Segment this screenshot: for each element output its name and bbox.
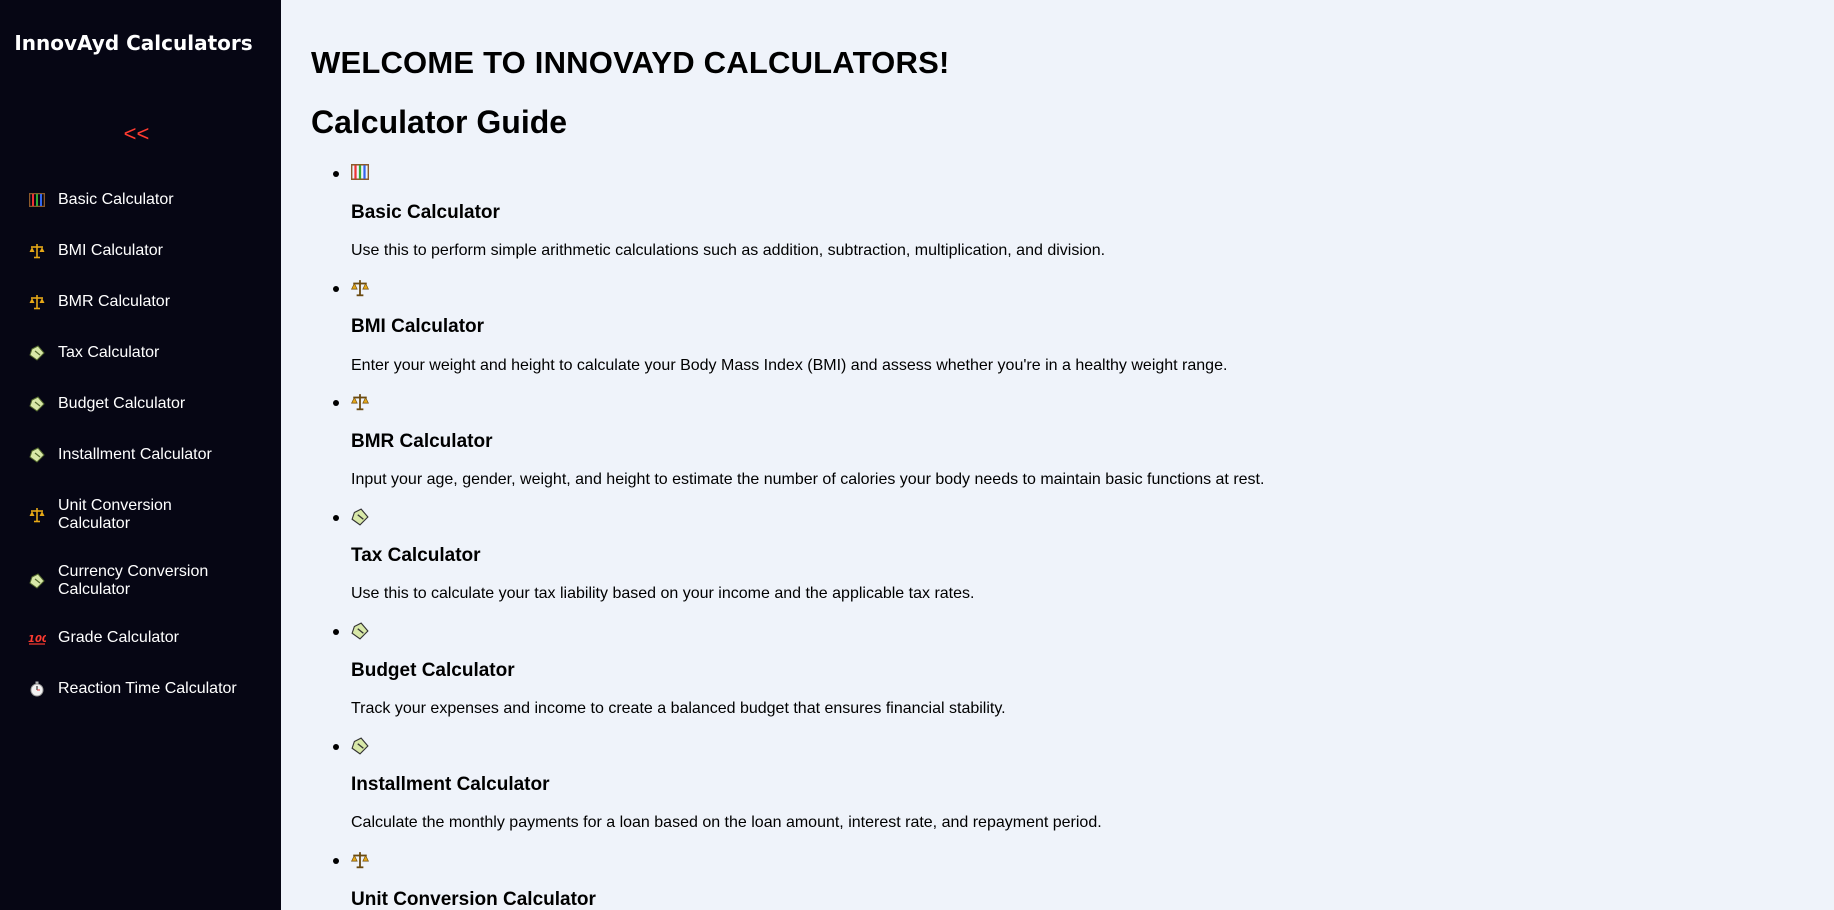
sidebar-item-unit-conversion-calculator[interactable]: Unit Conversion Calculator [28,494,203,536]
entry-description: Track your expenses and income to create… [351,700,1006,717]
entry-description: Calculate the monthly payments for a loa… [351,814,1102,831]
scales-icon [28,506,46,524]
collapse-sidebar-button[interactable]: << [0,121,273,147]
scales-icon [351,851,369,869]
stopwatch-icon [28,680,46,698]
entry-description: Enter your weight and height to calculat… [351,357,1228,374]
bullet [333,286,339,292]
hundred-points-icon: 100 [28,629,46,647]
entry-title: Tax Calculator [351,545,481,566]
sidebar-item-label: BMI Calculator [58,242,163,259]
entry-title: BMR Calculator [351,431,493,452]
bullet [333,629,339,635]
money-bag-icon [351,508,369,526]
money-bag-icon [28,572,46,590]
entry-title: BMI Calculator [351,316,485,337]
sidebar-item-basic-calculator[interactable]: Basic Calculator [28,183,258,217]
sidebar-item-label: Budget Calculator [58,395,186,412]
money-bag-icon [28,395,46,413]
money-bag-icon [351,737,369,755]
sidebar-item-tax-calculator[interactable]: Tax Calculator [28,336,258,370]
bullet [333,858,339,864]
sidebar: InnovAyd Calculators << Basic Calculator… [0,0,281,910]
sidebar-item-label: Tax Calculator [58,344,160,361]
sidebar-item-label: Installment Calculator [58,446,212,463]
scales-icon [351,279,369,297]
abacus-icon [28,191,46,209]
entry-description: Use this to calculate your tax liability… [351,585,975,602]
entry-title: Installment Calculator [351,774,550,795]
bullet [333,171,339,177]
scales-icon [28,293,46,311]
sidebar-item-budget-calculator[interactable]: Budget Calculator [28,387,258,421]
section-title: Calculator Guide [311,104,568,140]
svg-text:100: 100 [28,634,46,645]
sidebar-item-bmr-calculator[interactable]: BMR Calculator [28,285,258,319]
sidebar-item-label: Reaction Time Calculator [58,680,237,697]
entry-title: Basic Calculator [351,202,500,223]
money-bag-icon [351,622,369,640]
scales-icon [28,242,46,260]
sidebar-item-label: Basic Calculator [58,191,174,208]
sidebar-item-label: BMR Calculator [58,293,171,310]
money-bag-icon [28,446,46,464]
entry-title: Unit Conversion Calculator [351,889,596,910]
sidebar-item-bmi-calculator[interactable]: BMI Calculator [28,234,258,268]
abacus-icon [350,163,370,182]
bullet [333,744,339,750]
sidebar-item-label: Currency Conversion Calculator [58,563,209,598]
scales-icon [351,393,369,411]
bullet [333,400,339,406]
entry-description: Input your age, gender, weight, and heig… [351,471,1265,488]
entry-description: Use this to perform simple arithmetic ca… [351,242,1106,259]
money-bag-icon [28,344,46,362]
bullet [333,515,339,521]
sidebar-item-currency-conversion-calculator[interactable]: Currency Conversion Calculator [28,560,228,602]
main-content: WELCOME TO INNOVAYD CALCULATORS! Calcula… [281,0,1834,910]
entry-title: Budget Calculator [351,660,515,681]
sidebar-item-reaction-time-calculator[interactable]: Reaction Time Calculator [28,672,258,706]
page-title: WELCOME TO INNOVAYD CALCULATORS! [311,45,950,80]
brand-title: InnovAyd Calculators [14,31,253,55]
sidebar-item-grade-calculator[interactable]: 100 Grade Calculator [28,621,258,655]
sidebar-item-label: Grade Calculator [58,629,179,646]
sidebar-item-installment-calculator[interactable]: Installment Calculator [28,438,258,472]
sidebar-item-label: Unit Conversion Calculator [58,497,172,532]
